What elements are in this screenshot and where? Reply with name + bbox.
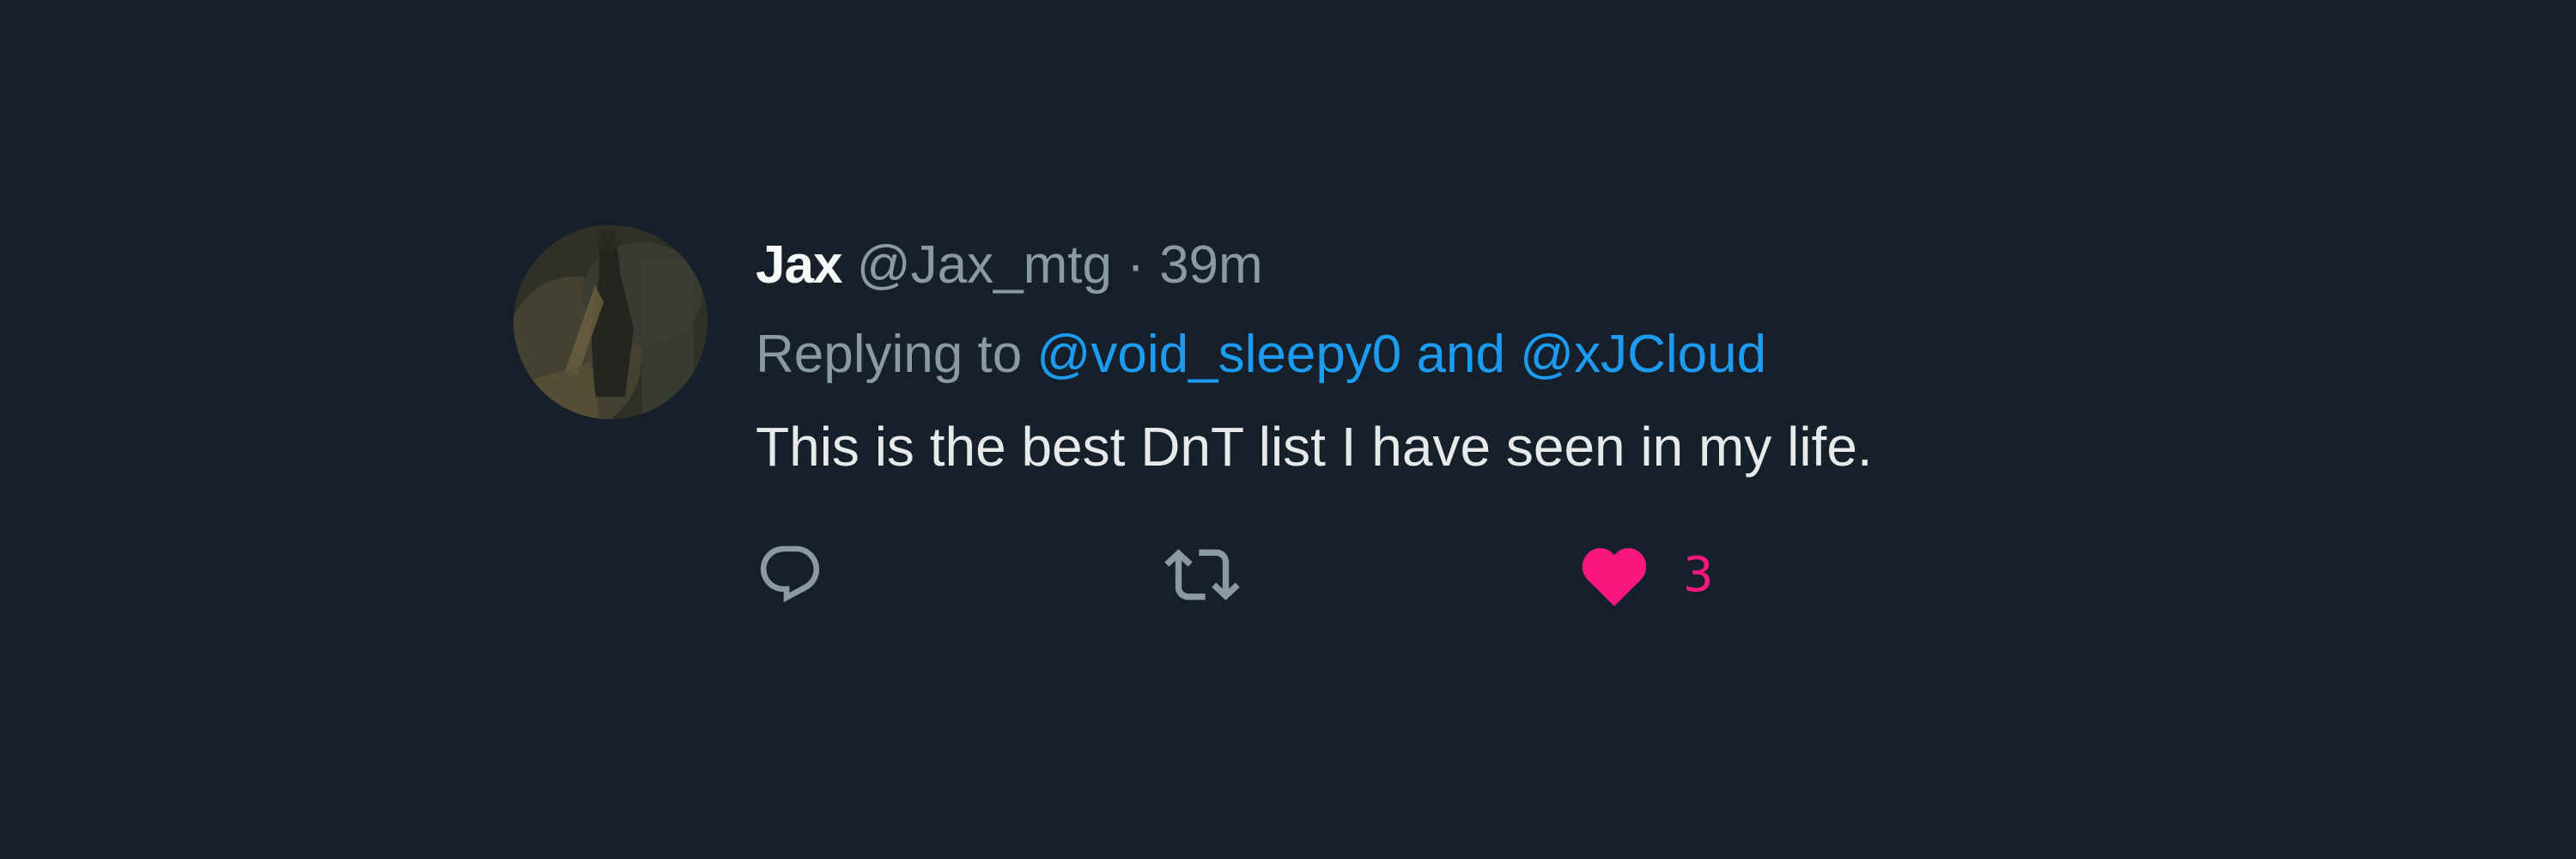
timestamp[interactable]: 39m bbox=[1159, 235, 1263, 295]
reply-icon bbox=[760, 545, 820, 603]
tweet-text: This is the best DnT list I have seen in… bbox=[756, 416, 1873, 478]
retweet-button[interactable] bbox=[1164, 536, 1240, 613]
like-count: 3 bbox=[1683, 546, 1714, 603]
like-button[interactable]: 3 bbox=[1578, 536, 1714, 613]
retweet-icon bbox=[1164, 549, 1240, 600]
tweet[interactable]: Jax @Jax_mtg · 39m Replying to @void_sle… bbox=[513, 225, 2231, 620]
replying-to: Replying to @void_sleepy0 and @xJCloud bbox=[756, 325, 1766, 385]
heart-icon bbox=[1582, 548, 1647, 606]
tweet-actions: 3 bbox=[756, 536, 1958, 613]
author-handle[interactable]: @Jax_mtg bbox=[857, 235, 1112, 295]
avatar[interactable] bbox=[513, 225, 708, 419]
author-name[interactable]: Jax bbox=[756, 235, 842, 295]
replying-to-label: Replying to bbox=[756, 325, 1023, 384]
replying-to-mentions[interactable]: @void_sleepy0 and @xJCloud bbox=[1036, 325, 1766, 384]
tweet-header: Jax @Jax_mtg · 39m bbox=[756, 235, 1263, 295]
separator-dot: · bbox=[1127, 235, 1145, 295]
reply-button[interactable] bbox=[756, 536, 824, 613]
avatar-image bbox=[513, 225, 708, 419]
